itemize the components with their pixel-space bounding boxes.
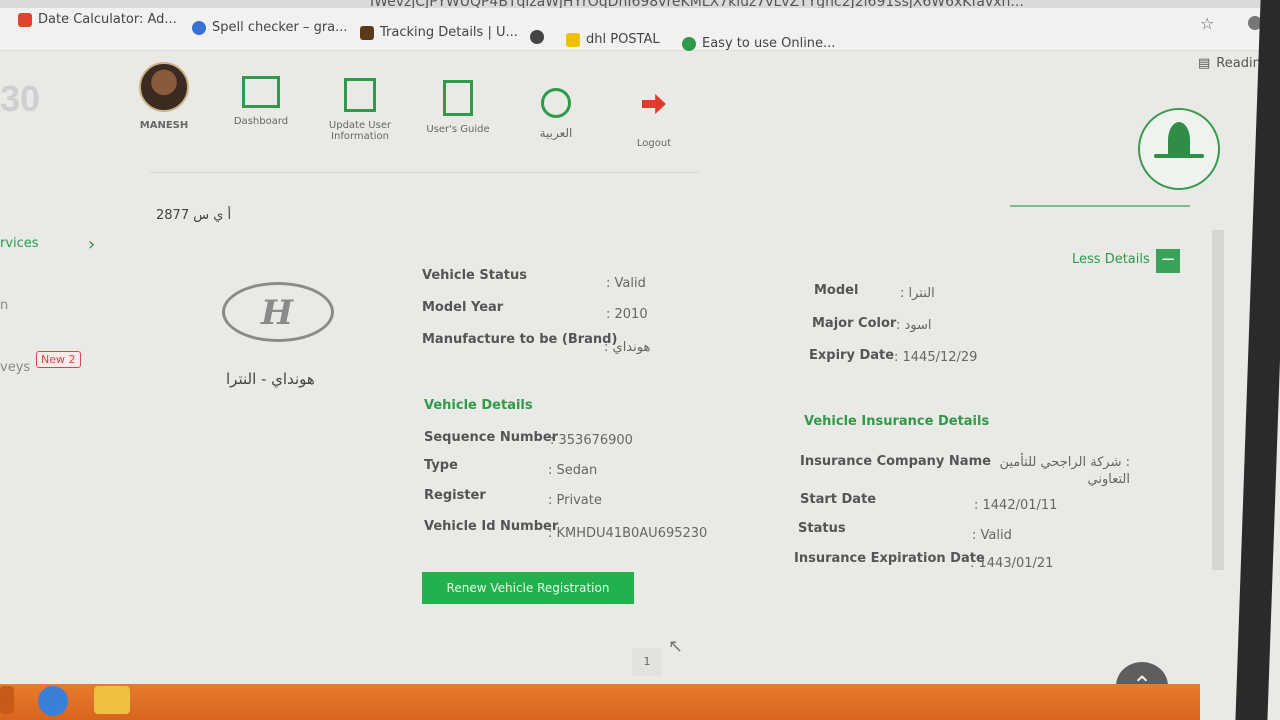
new-badge: New 2 (36, 351, 81, 368)
calendar-icon (18, 12, 32, 27)
palm-icon (1168, 122, 1190, 158)
address-bar[interactable]: IWevzjCJPYWUQP4BTqizaWjHYrOqDhI698vreKML… (0, 0, 1280, 8)
vin-label: Vehicle Id Number (424, 519, 559, 534)
sidebar-item-services[interactable]: rvices (0, 236, 39, 251)
spell-check-icon (192, 20, 206, 35)
type-value: : Sedan (548, 463, 598, 478)
monitor-bezel (1235, 0, 1280, 720)
pagination-page-1[interactable]: 1 (632, 648, 662, 676)
edit-icon (344, 78, 376, 112)
top-nav: MANESH Dashboard Update User Information… (120, 60, 710, 170)
nav-arabic[interactable]: العربية (524, 88, 588, 140)
dashboard-icon (242, 76, 280, 108)
sidebar-item-2[interactable]: n (0, 298, 8, 313)
bookmark-dhl-postal[interactable]: dhl POSTAL (566, 32, 660, 47)
nav-divider (150, 172, 700, 173)
register-value: : Private (548, 493, 602, 508)
vehicle-details-heading: Vehicle Details (424, 398, 533, 413)
renew-registration-button[interactable]: Renew Vehicle Registration (422, 572, 634, 604)
sidebar-item-surveys[interactable]: veys (0, 360, 30, 375)
insurance-expiration-label: Insurance Expiration Date (794, 551, 985, 566)
bookmark-tracking-details[interactable]: Tracking Details | U... (360, 25, 518, 40)
book-icon (443, 80, 473, 116)
expiry-date-label: Expiry Date (809, 348, 895, 363)
insurance-start-value: : 1442/01/11 (974, 498, 1058, 513)
chevron-right-icon[interactable]: › (88, 234, 95, 255)
s-icon (682, 36, 696, 51)
mouse-cursor-icon: ↖ (668, 636, 684, 657)
saudi-emblem-logo (1138, 108, 1220, 190)
insurance-company-label: Insurance Company Name (800, 454, 991, 469)
vin-value: : KMHDU41B0AU695230 (548, 526, 708, 541)
url-text: IWevzjCJPYWUQP4BTqizaWjHYrOqDhI698vreKML… (370, 0, 1024, 8)
bookmark-globe[interactable] (530, 30, 544, 44)
nav-logout[interactable]: Logout (622, 94, 686, 149)
bookmarks-bar: Date Calculator: Ad... Spell checker – g… (0, 8, 1280, 51)
nav-update-user-information[interactable]: Update User Information (320, 78, 400, 142)
hyundai-logo: H (222, 282, 334, 342)
vehicle-status-label: Vehicle Status (422, 268, 527, 283)
file-explorer-icon[interactable] (94, 686, 130, 714)
major-color-value: : اسود (896, 318, 932, 333)
avatar (139, 62, 189, 112)
taskbar (0, 684, 1200, 720)
bookmark-spell-checker[interactable]: Spell checker – gra... (192, 20, 348, 35)
globe-icon (541, 88, 571, 118)
insurance-status-label: Status (798, 521, 846, 536)
model-value: : النترا (900, 286, 935, 301)
insurance-expiration-value: : 1443/01/21 (970, 556, 1054, 571)
bookmark-date-calculator[interactable]: Date Calculator: Ad... (18, 12, 177, 27)
register-label: Register (424, 488, 486, 503)
bookmark-easy-online[interactable]: Easy to use Online... (682, 36, 835, 51)
reading-list-icon: ▤ (1198, 56, 1211, 71)
major-color-label: Major Color (812, 316, 897, 331)
ups-icon (360, 25, 374, 40)
expiry-date-value: : 1445/12/29 (894, 350, 978, 365)
scrollbar[interactable] (1212, 230, 1224, 570)
sequence-number-value: : 353676900 (550, 433, 633, 448)
model-label: Model (814, 283, 859, 298)
model-year-value: : 2010 (606, 307, 648, 322)
nav-dashboard[interactable]: Dashboard (224, 76, 298, 127)
nav-users-guide[interactable]: User's Guide (418, 80, 498, 135)
bookmark-star-icon[interactable]: ☆ (1200, 14, 1214, 33)
plate-number: أ ي س 2877 (156, 208, 232, 223)
brand-value: : هونداي (604, 340, 651, 355)
globe-icon (530, 30, 544, 44)
nav-profile[interactable]: MANESH (132, 62, 196, 131)
logout-icon (642, 94, 666, 114)
insurance-status-value: : Valid (972, 528, 1012, 543)
type-label: Type (424, 458, 458, 473)
collapse-icon[interactable]: − (1156, 249, 1180, 273)
insurance-company-value: : شركة الراجحي للتأمين التعاوني (999, 455, 1130, 487)
car-name: هونداي - النترا (226, 370, 315, 388)
vehicle-status-value: : Valid (606, 276, 646, 291)
start-icon[interactable] (0, 686, 14, 714)
less-details-link[interactable]: Less Details (1072, 252, 1150, 267)
insurance-details-heading: Vehicle Insurance Details (804, 414, 990, 429)
header-divider (1010, 205, 1190, 207)
vision-2030-logo: 30 (0, 78, 41, 119)
swords-icon (1154, 154, 1204, 158)
dhl-icon (566, 32, 580, 47)
brand-label: Manufacture to be (Brand) (422, 332, 618, 347)
model-year-label: Model Year (422, 300, 504, 315)
insurance-start-label: Start Date (800, 492, 877, 507)
sequence-number-label: Sequence Number (424, 430, 559, 445)
chrome-icon[interactable] (38, 686, 68, 716)
